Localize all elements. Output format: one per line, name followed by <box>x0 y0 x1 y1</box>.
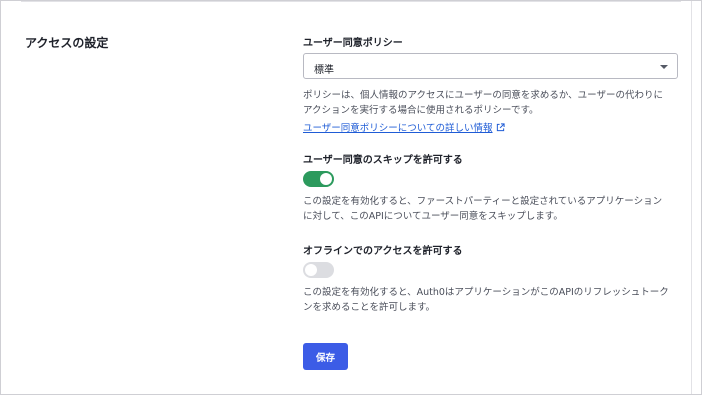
consent-policy-docs-link[interactable]: ユーザー同意ポリシーについての詳しい情報 <box>303 120 505 134</box>
save-button[interactable]: 保存 <box>303 343 348 370</box>
skip-consent-help-line-2: に対して、このAPIについてユーザー同意をスキップします。 <box>303 211 563 222</box>
consent-policy-selected-value: 標準 <box>314 65 334 76</box>
consent-policy-help-line-1: ポリシーは、個人情報のアクセスにユーザーの同意を求めるか、ユーザーの代わりに <box>303 90 663 101</box>
external-link-icon <box>496 123 505 132</box>
toggle-knob <box>320 173 332 185</box>
settings-panel: アクセスの設定 ユーザー同意ポリシー 標準 ポリシーは、個人情報のアクセスにユー… <box>0 0 702 395</box>
offline-access-help: この設定を有効化すると、Auth0はアプリケーションがこのAPIのリフレッシュト… <box>303 285 688 315</box>
consent-policy-select[interactable]: 標準 <box>303 53 678 79</box>
skip-consent-help-line-1: この設定を有効化すると、ファーストパーティーと設定されているアプリケーション <box>303 196 663 207</box>
skip-consent-label: ユーザー同意のスキップを許可する <box>303 155 463 166</box>
consent-policy-label: ユーザー同意ポリシー <box>303 38 403 49</box>
skip-consent-help: この設定を有効化すると、ファーストパーティーと設定されているアプリケーション に… <box>303 194 688 224</box>
consent-policy-help-line-2: アクションを実行する場合に使用されるポリシーです。 <box>303 105 539 116</box>
consent-policy-docs-link-text: ユーザー同意ポリシーについての詳しい情報 <box>303 123 493 134</box>
offline-access-toggle[interactable] <box>303 262 334 278</box>
consent-policy-help: ポリシーは、個人情報のアクセスにユーザーの同意を求めるか、ユーザーの代わりに ア… <box>303 88 688 118</box>
section-title: アクセスの設定 <box>25 36 109 50</box>
offline-access-help-line-2: ンを求めることを許可します。 <box>303 302 436 313</box>
chevron-down-icon <box>660 65 668 69</box>
offline-access-help-line-1: この設定を有効化すると、Auth0はアプリケーションがこのAPIのリフレッシュト… <box>303 287 669 298</box>
toggle-knob <box>305 264 317 276</box>
right-divider <box>691 1 692 394</box>
skip-consent-toggle[interactable] <box>303 171 334 187</box>
top-divider <box>21 1 681 2</box>
offline-access-label: オフラインでのアクセスを許可する <box>303 246 463 257</box>
